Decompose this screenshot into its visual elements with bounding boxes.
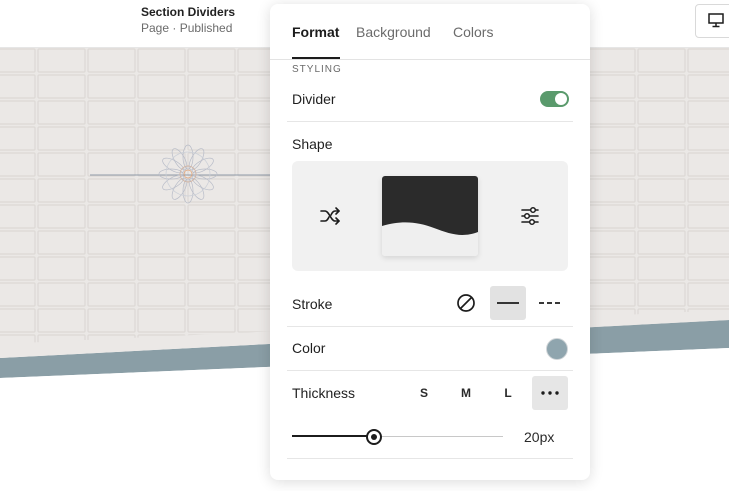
dashed-line-icon — [539, 302, 562, 304]
shape-preview[interactable] — [382, 176, 478, 256]
stroke-none-button[interactable] — [448, 286, 484, 320]
thickness-slider-fill — [292, 435, 375, 437]
section-label-styling: STYLING — [292, 64, 342, 75]
thickness-large-button[interactable]: L — [490, 376, 526, 410]
thickness-medium-button[interactable]: M — [448, 376, 484, 410]
sliders-icon — [521, 206, 539, 226]
solid-line-icon — [497, 302, 519, 304]
divider-toggle[interactable] — [540, 91, 569, 107]
divider-line — [287, 121, 573, 122]
toggle-knob — [555, 93, 567, 105]
shuffle-shape-button[interactable] — [316, 202, 344, 230]
shape-picker — [292, 161, 568, 271]
tab-format[interactable]: Format — [292, 24, 339, 40]
no-stroke-icon — [457, 294, 475, 312]
thickness-small-button[interactable]: S — [406, 376, 442, 410]
shape-settings-button[interactable] — [516, 202, 544, 230]
desktop-monitor-icon — [708, 13, 724, 28]
divider-label: Divider — [292, 91, 336, 107]
page-title: Section Dividers — [141, 5, 236, 19]
stroke-solid-button[interactable] — [490, 286, 526, 320]
thickness-custom-button[interactable] — [532, 376, 568, 410]
thickness-label: Thickness — [292, 385, 356, 401]
shuffle-icon — [320, 207, 340, 225]
wave-shape-preview — [382, 176, 478, 256]
format-panel: Format Background Colors STYLING Divider… — [270, 4, 590, 480]
page-status: Page · Published — [141, 21, 233, 35]
stroke-dashed-button[interactable] — [532, 286, 568, 320]
divider-line — [287, 326, 573, 327]
thickness-value: 20px — [524, 429, 555, 445]
active-tab-indicator — [292, 57, 340, 59]
shape-label: Shape — [292, 136, 333, 152]
divider-line — [287, 458, 573, 459]
stroke-label: Stroke — [292, 296, 333, 312]
color-label: Color — [292, 340, 326, 356]
color-swatch[interactable] — [546, 338, 568, 360]
mandala-ornament — [158, 144, 218, 204]
panel-tabs: Format Background Colors — [270, 4, 590, 60]
more-icon — [541, 391, 559, 395]
divider-line — [287, 370, 573, 371]
thickness-slider-thumb[interactable] — [366, 429, 383, 445]
device-preview-button[interactable] — [695, 4, 729, 38]
tab-background[interactable]: Background — [356, 24, 431, 40]
tab-colors[interactable]: Colors — [453, 24, 493, 40]
